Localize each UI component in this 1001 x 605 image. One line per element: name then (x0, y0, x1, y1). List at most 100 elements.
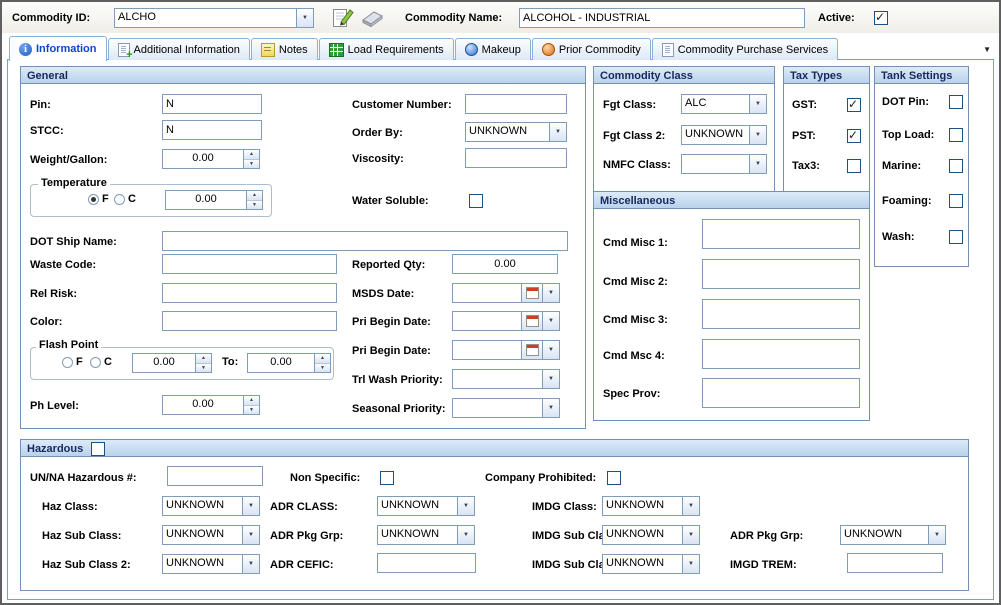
top-load-label: Top Load: (882, 129, 934, 141)
fgt-class2-select[interactable]: UNKNOWN ▼ (681, 125, 767, 145)
tab-information[interactable]: Information (9, 36, 107, 61)
calendar-icon (526, 315, 539, 327)
reported-qty-label: Reported Qty: (352, 259, 425, 271)
cmd-misc1-input[interactable] (702, 219, 860, 249)
rel-risk-input[interactable] (162, 283, 337, 303)
erase-commodity-button[interactable] (359, 10, 385, 32)
spinner-buttons[interactable]: ▲▼ (314, 354, 330, 372)
flash-point-label: Flash Point (36, 339, 101, 351)
tab-label: Makeup (482, 44, 521, 56)
reported-qty-input[interactable] (452, 254, 558, 274)
cmd-msc4-input[interactable] (702, 339, 860, 369)
tab-label: Additional Information (134, 44, 240, 56)
calendar-button[interactable] (521, 284, 542, 302)
water-soluble-label: Water Soluble: (352, 195, 429, 207)
tab-load-requirements[interactable]: Load Requirements (319, 38, 454, 60)
spinner-buttons[interactable]: ▲▼ (243, 396, 259, 414)
calendar-button[interactable] (521, 312, 542, 330)
imdg-sub-class2-select[interactable]: UNKNOWN ▼ (602, 554, 700, 574)
gst-checkbox[interactable] (847, 98, 861, 112)
flash-c-radio[interactable] (90, 357, 101, 368)
foaming-checkbox[interactable] (949, 194, 963, 208)
color-input[interactable] (162, 311, 337, 331)
spinner-buttons[interactable]: ▲▼ (246, 191, 262, 209)
un-na-hazardous-input[interactable] (167, 466, 263, 486)
temperature-spinner[interactable]: 0.00 ▲▼ (165, 190, 263, 210)
tab-makeup[interactable]: Makeup (455, 38, 531, 60)
miscellaneous-group-title: Miscellaneous (600, 195, 675, 207)
imdg-class-select[interactable]: UNKNOWN ▼ (602, 496, 700, 516)
pst-checkbox[interactable] (847, 129, 861, 143)
temperature-c-radio[interactable] (114, 194, 125, 205)
flash-f-label: F (76, 356, 83, 368)
fgt-class-label: Fgt Class: (603, 99, 656, 111)
hazardous-checkbox[interactable] (91, 442, 105, 456)
waste-code-label: Waste Code: (30, 259, 96, 271)
cmd-misc2-input[interactable] (702, 259, 860, 289)
seasonal-priority-select[interactable]: ▼ (452, 398, 560, 418)
imdg-sub-class-select[interactable]: UNKNOWN ▼ (602, 525, 700, 545)
order-by-select[interactable]: UNKNOWN ▼ (465, 122, 567, 142)
adr-pkg-grp2-select[interactable]: UNKNOWN ▼ (840, 525, 946, 545)
top-load-checkbox[interactable] (949, 128, 963, 142)
pri-begin-date-field[interactable]: ▼ (452, 311, 560, 331)
imgd-trem-input[interactable] (847, 553, 943, 573)
temperature-f-radio[interactable] (88, 194, 99, 205)
tab-label: Notes (279, 44, 308, 56)
tab-prior-commodity[interactable]: Prior Commodity (532, 38, 651, 60)
tab-additional-information[interactable]: Additional Information (108, 38, 250, 60)
customer-number-input[interactable] (465, 94, 567, 114)
stcc-input[interactable] (162, 120, 262, 140)
msds-date-value (453, 284, 521, 302)
trl-wash-priority-select[interactable]: ▼ (452, 369, 560, 389)
adr-pkg-grp-select[interactable]: UNKNOWN ▼ (377, 525, 475, 545)
non-specific-checkbox[interactable] (380, 471, 394, 485)
customer-number-label: Customer Number: (352, 99, 452, 111)
nmfc-class-select[interactable]: ▼ (681, 154, 767, 174)
pin-input[interactable] (162, 94, 262, 114)
dot-pin-checkbox[interactable] (949, 95, 963, 109)
company-prohibited-checkbox[interactable] (607, 471, 621, 485)
tab-commodity-purchase-services[interactable]: Commodity Purchase Services (652, 38, 838, 60)
marine-checkbox[interactable] (949, 159, 963, 173)
flash-to-spinner[interactable]: 0.00 ▲▼ (247, 353, 331, 373)
spin-up-icon: ▲ (315, 354, 330, 364)
msds-date-field[interactable]: ▼ (452, 283, 560, 303)
flash-f-radio[interactable] (62, 357, 73, 368)
haz-sub-class-select[interactable]: UNKNOWN ▼ (162, 525, 260, 545)
dot-ship-name-input[interactable] (162, 231, 568, 251)
weight-gallon-spinner[interactable]: 0.00 ▲▼ (162, 149, 260, 169)
pri-begin-date2-field[interactable]: ▼ (452, 340, 560, 360)
flash-from-spinner[interactable]: 0.00 ▲▼ (132, 353, 212, 373)
chevron-down-icon: ▼ (457, 497, 474, 515)
stcc-label: STCC: (30, 125, 64, 137)
calendar-button[interactable] (521, 341, 542, 359)
haz-class-select[interactable]: UNKNOWN ▼ (162, 496, 260, 516)
commodity-name-input[interactable] (519, 8, 805, 28)
active-checkbox[interactable] (874, 11, 888, 25)
adr-cefic-input[interactable] (377, 553, 476, 573)
cmd-misc3-input[interactable] (702, 299, 860, 329)
edit-commodity-button[interactable] (332, 6, 356, 34)
wash-checkbox[interactable] (949, 230, 963, 244)
nmfc-class-label: NMFC Class: (603, 159, 671, 171)
tab-overflow-button[interactable]: ▼ (983, 45, 991, 54)
ph-level-spinner[interactable]: 0.00 ▲▼ (162, 395, 260, 415)
water-soluble-checkbox[interactable] (469, 194, 483, 208)
general-group-title: General (27, 70, 68, 82)
tab-notes[interactable]: Notes (251, 38, 318, 60)
adr-class-select[interactable]: UNKNOWN ▼ (377, 496, 475, 516)
spinner-buttons[interactable]: ▲▼ (195, 354, 211, 372)
fgt-class-select[interactable]: ALC ▼ (681, 94, 767, 114)
tax3-checkbox[interactable] (847, 159, 861, 173)
chevron-down-icon: ▼ (542, 284, 559, 302)
active-label: Active: (818, 12, 855, 24)
spin-down-icon: ▼ (247, 201, 262, 210)
spinner-buttons[interactable]: ▲▼ (243, 150, 259, 168)
waste-code-input[interactable] (162, 254, 337, 274)
haz-sub-class2-select[interactable]: UNKNOWN ▼ (162, 554, 260, 574)
viscosity-input[interactable] (465, 148, 567, 168)
flash-c-label: C (104, 356, 112, 368)
spec-prov-input[interactable] (702, 378, 860, 408)
commodity-id-select[interactable]: ALCHO ▼ (114, 8, 314, 28)
